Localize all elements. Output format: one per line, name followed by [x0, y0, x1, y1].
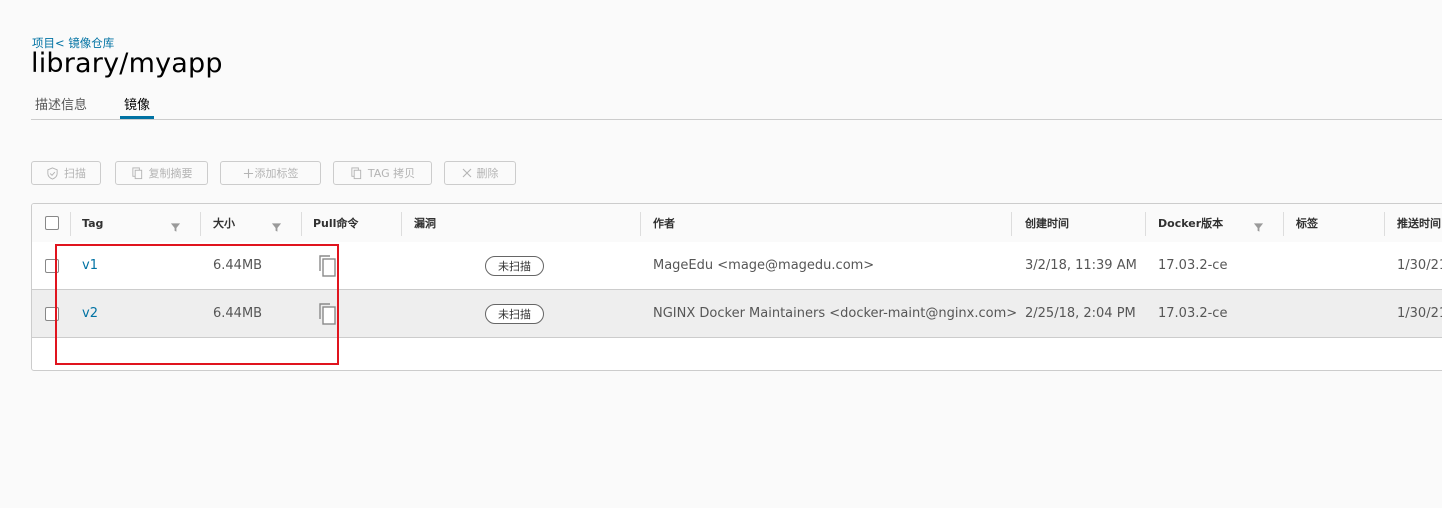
add-label-label: 添加标签: [254, 167, 299, 180]
column-tag[interactable]: Tag: [82, 204, 103, 242]
tag-copy-label: TAG 拷贝: [367, 167, 416, 180]
push-time-value: 1/30/21,: [1397, 306, 1442, 321]
column-docker-version[interactable]: Docker版本: [1158, 204, 1223, 242]
size-filter-icon[interactable]: [271, 218, 282, 237]
tag-filter-icon[interactable]: [170, 218, 181, 237]
close-icon: [462, 168, 472, 178]
scan-status-badge: 未扫描: [485, 303, 544, 324]
datagrid-header: Tag 大小 Pull命令 漏洞 作者 创建时间 Docker版本 标签 推送时…: [32, 204, 1442, 243]
column-push-time[interactable]: 推送时间: [1397, 204, 1441, 242]
author-value: MageEdu <mage@magedu.com>: [653, 258, 875, 273]
tab-images[interactable]: 镜像: [120, 94, 155, 119]
docker-version-value: 17.03.2-ce: [1158, 258, 1228, 273]
copy-digest-button[interactable]: 复制摘要: [115, 161, 208, 185]
tag-copy-button[interactable]: TAG 拷贝: [333, 161, 432, 185]
highlight-box: [55, 244, 339, 365]
column-vulnerability[interactable]: 漏洞: [414, 204, 436, 242]
add-label-button[interactable]: 添加标签: [220, 161, 321, 185]
tab-bar: 描述信息 镜像: [31, 90, 1442, 120]
scan-button-label: 扫描: [64, 167, 86, 180]
shield-icon: [46, 166, 59, 180]
created-value: 3/2/18, 11:39 AM: [1025, 258, 1137, 273]
column-pull[interactable]: Pull命令: [313, 204, 358, 242]
author-value: NGINX Docker Maintainers <docker-maint@n…: [653, 306, 1018, 321]
plus-icon: [243, 168, 254, 179]
created-value: 2/25/18, 2:04 PM: [1025, 306, 1136, 321]
copy-icon: [131, 166, 144, 180]
column-author[interactable]: 作者: [653, 204, 675, 242]
column-labels[interactable]: 标签: [1296, 204, 1318, 242]
push-time-value: 1/30/21,: [1397, 258, 1442, 273]
delete-button[interactable]: 删除: [444, 161, 516, 185]
scan-status-badge: 未扫描: [485, 255, 544, 276]
select-all-checkbox[interactable]: [45, 216, 59, 230]
select-all-cell: [45, 204, 59, 242]
column-size[interactable]: 大小: [213, 204, 235, 242]
copy-digest-label: 复制摘要: [148, 167, 193, 180]
delete-label: 删除: [476, 167, 499, 180]
column-created[interactable]: 创建时间: [1025, 204, 1069, 242]
tab-info[interactable]: 描述信息: [31, 94, 91, 119]
page-title: library/myapp: [31, 48, 223, 79]
docker-filter-icon[interactable]: [1253, 218, 1264, 237]
scan-button[interactable]: 扫描: [31, 161, 101, 185]
copy-icon: [350, 166, 363, 180]
docker-version-value: 17.03.2-ce: [1158, 306, 1228, 321]
